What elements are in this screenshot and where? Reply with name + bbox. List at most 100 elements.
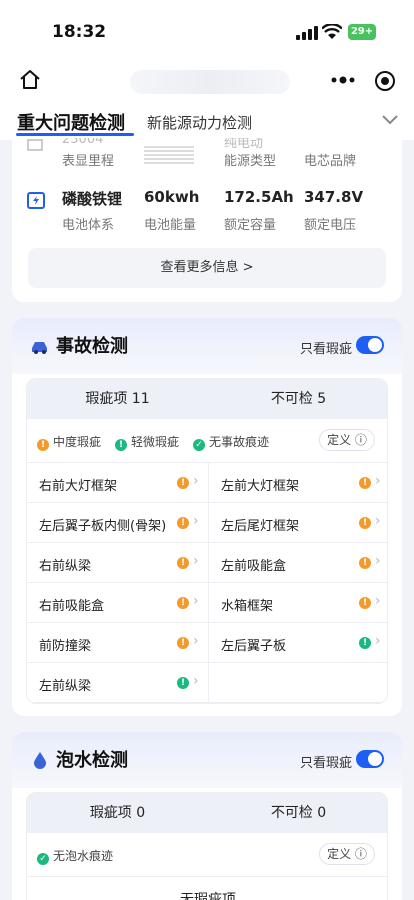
defect-item-label: 右前大灯框架 (39, 479, 118, 494)
chevron-down-icon[interactable] (380, 112, 400, 126)
defect-item[interactable]: 左后翼子板! › (208, 623, 387, 663)
car-crash-icon (32, 342, 47, 354)
tab-underline (16, 133, 134, 136)
cell-brand-label: 电芯品牌 (304, 154, 357, 169)
grid-row: 右前纵梁! › 左前吸能盒! › (27, 543, 387, 583)
defect-item[interactable]: 水箱框架! › (208, 583, 387, 623)
chevron-right-icon: › (193, 593, 199, 609)
wifi-icon (322, 24, 342, 39)
defect-item-label: 左后尾灯框架 (221, 519, 300, 534)
more-icon[interactable] (330, 72, 356, 88)
moderate-defect-icon: ! (177, 477, 189, 489)
legend-moderate-label: 中度瑕疵 (53, 435, 102, 449)
moderate-defect-icon: ! (177, 557, 189, 569)
accident-grid: 右前大灯框架! › 左前大灯框架! › 左后翼子板内侧(骨架)! › 左后尾灯框架! › 右前纵… (27, 463, 387, 703)
grid-row: 左前纵梁! › (27, 663, 387, 703)
flood-only-defect-toggle[interactable] (356, 750, 384, 768)
flood-legend: ✓ 无泡水痕迹 定义 ⓘ (27, 833, 387, 877)
defect-item[interactable]: 前防撞梁! › (27, 623, 208, 663)
defect-item[interactable]: 右前纵梁! › (27, 543, 208, 583)
flood-define-button[interactable]: 定义 ⓘ (319, 843, 375, 865)
moderate-defect-icon: ! (359, 557, 371, 569)
defect-item-label: 右前纵梁 (39, 559, 92, 574)
grid-row: 左后翼子板内侧(骨架)! › 左后尾灯框架! › (27, 503, 387, 543)
chevron-right-icon: › (375, 553, 381, 569)
flood-tabs: 瑕疵项 0 不可检 0 (27, 793, 387, 833)
define-button[interactable]: 定义 ⓘ (319, 429, 375, 451)
moderate-defect-icon: ! (359, 597, 371, 609)
flood-title: 泡水检测 (56, 750, 128, 771)
moderate-defect-icon: ! (177, 517, 189, 529)
defect-item-label: 左后翼子板 (221, 639, 287, 654)
nav-title-placeholder (130, 70, 290, 94)
accident-detail-box: 瑕疵项 11 不可检 5 ! 中度瑕疵 ! 轻微瑕疵 ✓ 无事故痕迹 定义 ⓘ 右前大… (26, 378, 388, 704)
chevron-right-icon: › (193, 633, 199, 649)
defect-item[interactable]: 左后尾灯框架! › (208, 503, 387, 543)
accident-section: 事故检测 只看瑕疵 瑕疵项 11 不可检 5 ! 中度瑕疵 ! 轻微瑕疵 ✓ 无事故痕… (12, 318, 402, 716)
moderate-defect-icon: ! (177, 637, 189, 649)
more-info-button[interactable]: 查看更多信息 > (28, 248, 386, 288)
check-icon: ✓ (37, 853, 49, 865)
tab-major-issues[interactable]: 重大问题检测 (17, 109, 125, 135)
status-bar: 18:32 29+ (0, 0, 414, 56)
only-defect-toggle[interactable] (356, 336, 384, 354)
defect-item[interactable]: 左前吸能盒! › (208, 543, 387, 583)
legend-none: ✓ 无事故痕迹 (193, 433, 269, 451)
energy-type-label: 能源类型 (224, 154, 277, 169)
flood-detail-box: 瑕疵项 0 不可检 0 ✓ 无泡水痕迹 定义 ⓘ 无瑕疵项 (26, 792, 388, 900)
battery-energy-value: 60kwh (144, 188, 200, 206)
tab-ev-power[interactable]: 新能源动力检测 (147, 112, 252, 133)
chevron-right-icon: › (193, 553, 199, 569)
chevron-right-icon: › (193, 673, 199, 689)
minor-defect-icon: ! (177, 677, 189, 689)
accident-legend: ! 中度瑕疵 ! 轻微瑕疵 ✓ 无事故痕迹 定义 ⓘ (27, 419, 387, 463)
chevron-right-icon: › (193, 473, 199, 489)
defect-item[interactable]: 左后翼子板内侧(骨架)! › (27, 503, 208, 543)
status-time: 18:32 (52, 22, 107, 42)
defect-item-label: 右前吸能盒 (39, 599, 105, 614)
defect-item-label: 左前纵梁 (39, 679, 92, 694)
moderate-defect-icon: ! (177, 597, 189, 609)
battery-indicator: 29+ (348, 24, 376, 40)
battery-system-value: 磷酸铁锂 (62, 190, 123, 208)
chevron-right-icon: › (375, 513, 381, 529)
target-icon[interactable] (374, 70, 396, 92)
defect-item (208, 663, 387, 703)
moderate-defect-icon: ! (37, 439, 49, 451)
check-icon: ✓ (193, 439, 205, 451)
rated-capacity-value: 172.5Ah (224, 188, 294, 206)
tab-defects[interactable]: 瑕疵项 11 (27, 379, 208, 419)
minor-defect-icon: ! (359, 637, 371, 649)
redacted-value (144, 146, 194, 164)
chevron-right-icon: › (375, 593, 381, 609)
moderate-defect-icon: ! (359, 477, 371, 489)
rated-voltage-label: 额定电压 (304, 218, 357, 233)
defect-item-label: 左后翼子板内侧(骨架) (39, 519, 167, 534)
legend-no-flood-label: 无泡水痕迹 (53, 849, 114, 863)
defect-item-label: 左前吸能盒 (221, 559, 287, 574)
flood-section: 泡水检测 只看瑕疵 瑕疵项 0 不可检 0 ✓ 无泡水痕迹 定义 ⓘ 无瑕疵项 (12, 732, 402, 900)
defect-item[interactable]: 左前纵梁! › (27, 663, 208, 703)
home-icon[interactable] (18, 68, 42, 92)
flood-tab-defects[interactable]: 瑕疵项 0 (27, 793, 208, 833)
rated-voltage-value: 347.8V (304, 188, 364, 206)
mileage-value: 23004 (62, 138, 104, 147)
vehicle-info-card: 23004 纯电动 表显里程 能源类型 电芯品牌 磷酸铁锂 60kwh 172.… (12, 138, 402, 302)
signal-icon (296, 26, 318, 40)
tab-uncheckable[interactable]: 不可检 5 (208, 379, 387, 419)
chevron-right-icon: › (375, 633, 381, 649)
only-defect-label: 只看瑕疵 (300, 342, 353, 357)
mileage-label: 表显里程 (62, 154, 115, 169)
flood-only-defect-label: 只看瑕疵 (300, 756, 353, 771)
defect-item[interactable]: 右前大灯框架! › (27, 463, 208, 503)
defect-item-label: 水箱框架 (221, 599, 274, 614)
battery-energy-label: 电池能量 (144, 218, 197, 233)
defect-item[interactable]: 左前大灯框架! › (208, 463, 387, 503)
legend-minor-label: 轻微瑕疵 (131, 435, 180, 449)
minor-defect-icon: ! (115, 439, 127, 451)
flood-tab-uncheckable[interactable]: 不可检 0 (208, 793, 387, 833)
defect-item-label: 前防撞梁 (39, 639, 92, 654)
accident-header: 事故检测 只看瑕疵 (12, 318, 402, 374)
defect-item[interactable]: 右前吸能盒! › (27, 583, 208, 623)
accident-tabs: 瑕疵项 11 不可检 5 (27, 379, 387, 419)
